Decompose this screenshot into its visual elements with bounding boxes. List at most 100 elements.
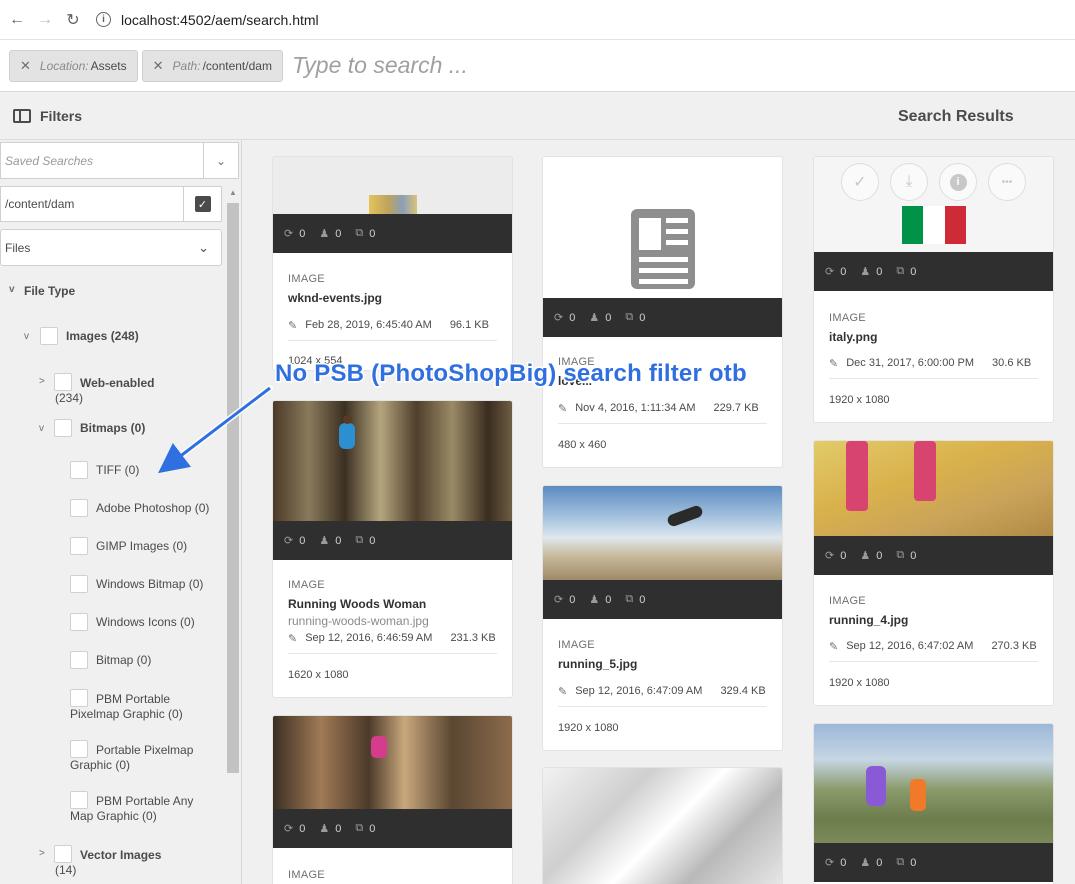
filter-option-tiff[interactable]: TIFF (0) <box>70 461 139 479</box>
person-icon: ♟ <box>319 228 330 240</box>
tree-node-images[interactable]: v Images (248) <box>24 327 139 345</box>
scroll-up-icon[interactable]: ▲ <box>229 188 237 197</box>
card-date: ✎ Dec 31, 2017, 6:00:00 PM 30.6 KB <box>829 357 1031 370</box>
checkbox[interactable] <box>54 419 72 437</box>
checkbox[interactable] <box>70 740 88 758</box>
site-info-icon[interactable]: i <box>96 12 111 27</box>
card-meta-bar: ⟳ 0 ♟ 0 ⧉ 0 <box>273 521 512 560</box>
asset-thumbnail <box>273 157 512 214</box>
checkbox[interactable] <box>70 613 88 631</box>
select-check-icon[interactable]: ✓ <box>841 163 879 201</box>
rail-header: Filters Search Results <box>0 92 1075 140</box>
asset-card[interactable]: ✓ ⤓ i ••• ⟳ 0 ♟ 0 ⧉ 0 IMAGE italy.png ✎ Dec… <box>813 156 1054 423</box>
asset-thumbnail <box>814 724 1053 843</box>
asset-type-select[interactable]: Files ⌄ <box>0 229 222 266</box>
forward-icon[interactable]: → <box>34 9 56 31</box>
export-icon: ⧉ <box>896 265 905 277</box>
person-icon: ♟ <box>860 266 871 278</box>
filters-toggle[interactable]: Filters <box>13 108 82 124</box>
stat-count: 0 <box>299 227 306 240</box>
asset-card[interactable]: ⟳ 0 ♟ 0 ⧉ 0 IMAGE <box>272 715 513 884</box>
filter-option-pbm-anymap[interactable]: PBM Portable Any <box>70 791 193 809</box>
card-type: IMAGE <box>558 639 595 651</box>
filter-option-bitmap[interactable]: Bitmap (0) <box>70 651 151 669</box>
card-date: ✎ Nov 4, 2016, 1:11:34 AM 229.7 KB <box>558 402 759 415</box>
checkbox[interactable] <box>40 327 58 345</box>
option-label: GIMP Images (0) <box>96 539 188 553</box>
card-dimensions: 1920 x 1080 <box>829 394 890 406</box>
search-input[interactable] <box>291 52 892 79</box>
tree-node-vector-images[interactable]: > Vector Images <box>39 845 161 863</box>
export-icon: ⧉ <box>896 549 905 561</box>
path-browser[interactable]: /content/dam ✓ <box>0 186 222 222</box>
wknd-thumbnail-image <box>369 195 417 214</box>
tree-node-web-enabled[interactable]: > Web-enabled <box>39 373 154 391</box>
web-enabled-count: (234) <box>55 391 84 405</box>
stat-count: 0 <box>369 534 376 547</box>
path-confirm-button[interactable]: ✓ <box>183 187 221 221</box>
tree-node-bitmaps[interactable]: v Bitmaps (0) <box>39 419 145 437</box>
scrollbar-thumb[interactable] <box>227 203 239 773</box>
pencil-icon: ✎ <box>558 403 568 415</box>
card-divider <box>288 653 497 654</box>
address-bar[interactable]: i localhost:4502/aem/search.html <box>96 6 319 34</box>
filter-option-pbm-pixelmap[interactable]: PBM Portable <box>70 689 170 707</box>
filter-option-gimp[interactable]: GIMP Images (0) <box>70 537 187 555</box>
stat-count: 0 <box>840 549 847 562</box>
export-icon: ⧉ <box>625 593 634 605</box>
checkbox[interactable] <box>70 791 88 809</box>
card-dimensions: 1920 x 1080 <box>558 722 619 734</box>
chevron-down-icon[interactable]: ⌄ <box>203 143 238 178</box>
omnisearch-bar: ✕ Location: Assets ✕ Path: /content/dam <box>0 39 1075 92</box>
checkbox[interactable] <box>70 575 88 593</box>
saved-searches-select[interactable]: Saved Searches ⌄ <box>0 142 239 179</box>
asset-card[interactable]: ⟳ 0 ♟ 0 ⧉ 0 IMAGE love... ✎ Nov 4, 2016, 1:… <box>542 156 783 468</box>
export-icon: ⧉ <box>355 534 364 546</box>
asset-card[interactable]: ⟳ 0 ♟ 0 ⧉ 0 IMAGE running_5.jpg ✎ Sep 12, 2… <box>542 485 783 751</box>
sync-icon: ⟳ <box>284 823 294 835</box>
back-icon[interactable]: ← <box>6 9 28 31</box>
download-icon[interactable]: ⤓ <box>890 163 928 201</box>
properties-info-icon[interactable]: i <box>939 163 977 201</box>
card-type: IMAGE <box>829 312 866 324</box>
side-panel-icon <box>13 109 31 123</box>
modified-date: Sep 12, 2016, 6:47:02 AM <box>846 640 974 652</box>
stat-count: 0 <box>910 549 917 562</box>
sidebar-scrollbar[interactable]: ▲ <box>227 188 239 776</box>
chevron-down-icon: v <box>9 284 15 295</box>
asset-type-value: Files <box>5 240 31 255</box>
asset-card[interactable]: ⟳ 0 ♟ 0 ⧉ 0 IMAGE running_4.jpg ✎ Sep 12, 2… <box>813 440 1054 706</box>
option-label-line2: Graphic (0) <box>70 758 131 772</box>
remove-tag-icon[interactable]: ✕ <box>153 58 164 74</box>
filter-option-windows-bitmap[interactable]: Windows Bitmap (0) <box>70 575 203 593</box>
reload-icon[interactable]: ↻ <box>62 9 84 31</box>
card-date: ✎ Feb 28, 2019, 6:45:40 AM 96.1 KB <box>288 319 489 332</box>
card-meta-bar: ⟳ 0 ♟ 0 ⧉ 0 <box>273 809 512 848</box>
chevron-down-icon[interactable]: v <box>24 331 36 342</box>
remove-tag-icon[interactable]: ✕ <box>20 58 31 74</box>
chevron-down-icon[interactable]: v <box>39 423 51 434</box>
chevron-right-icon[interactable]: > <box>39 848 51 859</box>
checkbox[interactable] <box>70 461 88 479</box>
filter-option-windows-icons[interactable]: Windows Icons (0) <box>70 613 195 631</box>
asset-card[interactable]: ⟳ 0 ♟ 0 ⧉ 0 <box>813 723 1054 884</box>
browser-toolbar: ← → ↻ i localhost:4502/aem/search.html <box>0 0 1075 39</box>
filter-option-photoshop[interactable]: Adobe Photoshop (0) <box>70 499 209 517</box>
asset-card[interactable] <box>542 767 783 884</box>
asset-card[interactable]: ⟳ 0 ♟ 0 ⧉ 0 IMAGE wknd-events.jpg ✎ Feb 28,… <box>272 156 513 371</box>
more-actions-icon[interactable]: ••• <box>988 163 1026 201</box>
checkbox[interactable] <box>70 651 88 669</box>
filter-option-portable-pixelmap[interactable]: Portable Pixelmap <box>70 740 193 758</box>
checkbox[interactable] <box>54 845 72 863</box>
checkbox[interactable] <box>70 689 88 707</box>
chevron-right-icon[interactable]: > <box>39 376 51 387</box>
file-type-section[interactable]: v File Type <box>9 284 75 298</box>
card-date: ✎ Sep 12, 2016, 6:46:59 AM 231.3 KB <box>288 632 496 645</box>
asset-card[interactable]: ⟳ 0 ♟ 0 ⧉ 0 IMAGE Running Woods Woman runni… <box>272 400 513 698</box>
tag-value: Assets <box>90 58 127 73</box>
checkbox[interactable] <box>54 373 72 391</box>
checkbox[interactable] <box>70 499 88 517</box>
runner-shirt-shape <box>339 423 355 449</box>
checkbox[interactable] <box>70 537 88 555</box>
filter-panel: Saved Searches ⌄ /content/dam ✓ Files ⌄ … <box>0 140 242 884</box>
